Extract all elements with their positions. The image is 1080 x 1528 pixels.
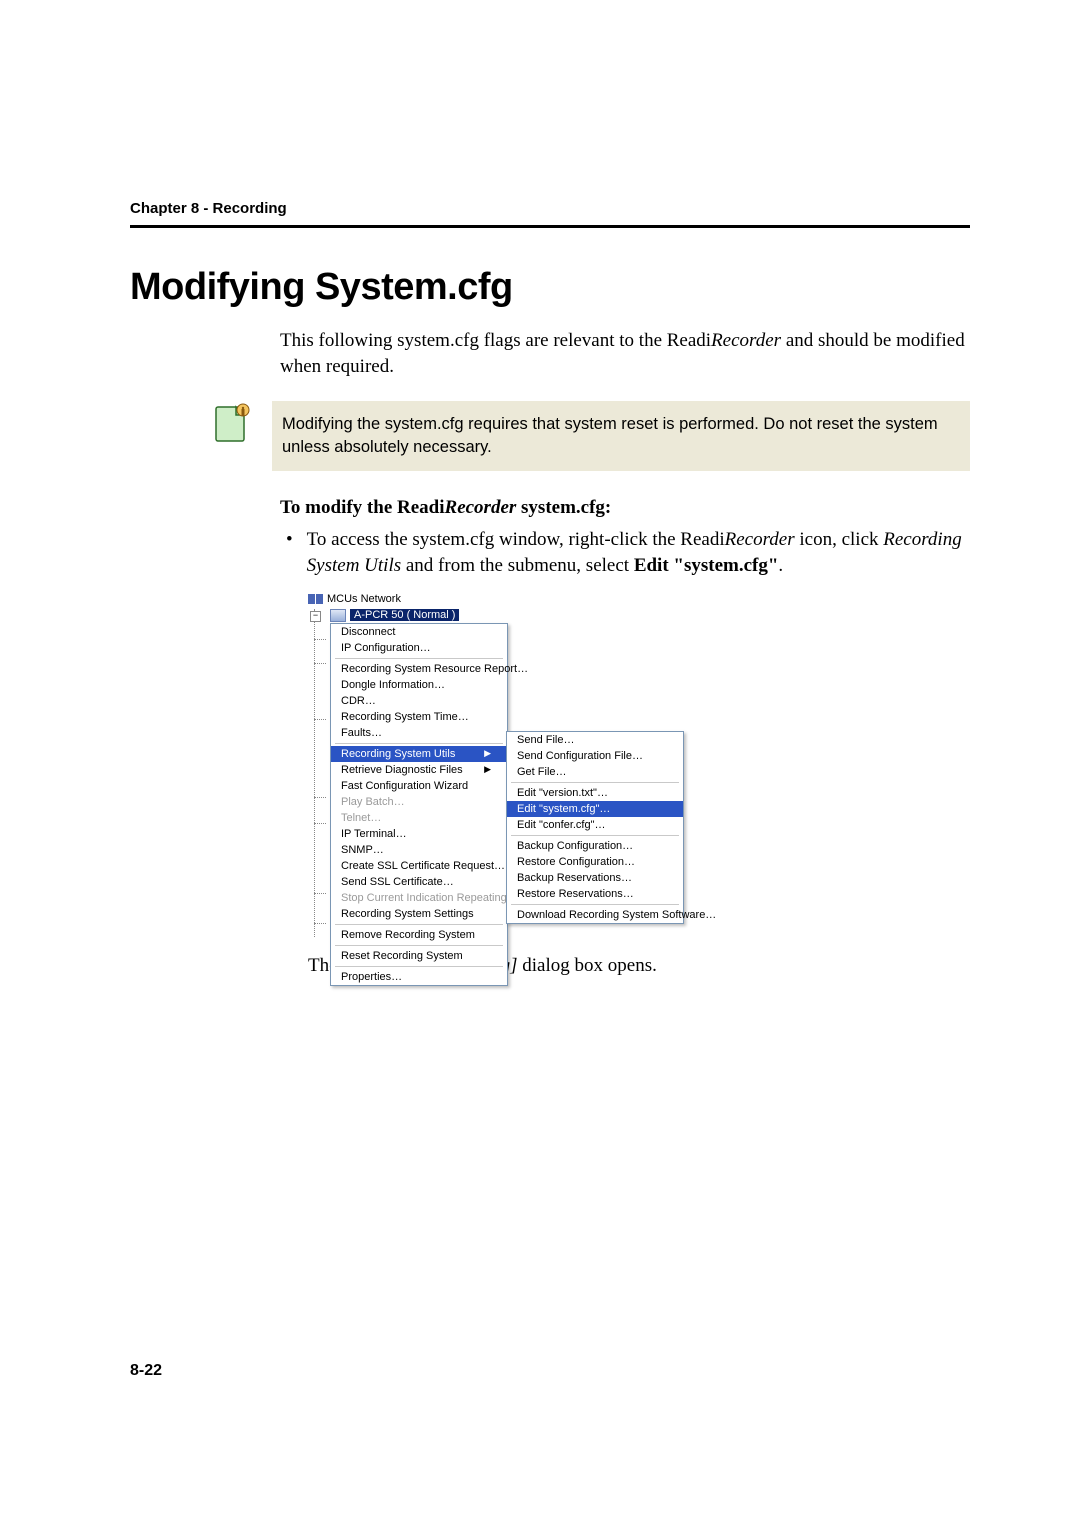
menu-separator <box>511 782 679 783</box>
text: To access the system.cfg window, right-c… <box>307 529 725 550</box>
menu-item[interactable]: Get File… <box>507 764 683 780</box>
text-italic: Recorder <box>725 529 795 550</box>
tree-tick <box>314 663 326 664</box>
menu-item: Stop Current Indication Repeating <box>331 890 507 906</box>
menu-item[interactable]: IP Configuration… <box>331 640 507 656</box>
content-block: This following system.cfg flags are rele… <box>280 328 970 379</box>
text: dialog box opens. <box>518 955 657 976</box>
context-menu-main: DisconnectIP Configuration… Recording Sys… <box>330 623 508 986</box>
text: icon, click <box>795 529 884 550</box>
menu-item[interactable]: Backup Configuration… <box>507 838 683 854</box>
menu-item[interactable]: Faults… <box>331 725 507 741</box>
note-icon <box>210 401 254 447</box>
procedure-heading: To modify the ReadiRecorder system.cfg: <box>280 497 970 519</box>
tree-root-label: MCUs Network <box>327 593 401 605</box>
menu-item[interactable]: Dongle Information… <box>331 677 507 693</box>
tree-collapse-icon[interactable]: − <box>310 611 321 622</box>
menu-item[interactable]: CDR… <box>331 693 507 709</box>
menu-item[interactable]: Send File… <box>507 732 683 748</box>
text-italic: Recorder <box>445 497 517 518</box>
menu-item[interactable]: Disconnect <box>331 624 507 640</box>
menu-item: Telnet… <box>331 810 507 826</box>
menu-item[interactable]: Reset Recording System <box>331 948 507 964</box>
tree-tick <box>314 719 326 720</box>
menu-separator <box>511 904 679 905</box>
menu-item[interactable]: Send SSL Certificate… <box>331 874 507 890</box>
menu-separator <box>511 835 679 836</box>
menu-item[interactable]: Download Recording System Software… <box>507 907 683 923</box>
menu-separator <box>335 743 503 744</box>
menu-item[interactable]: Remove Recording System <box>331 927 507 943</box>
menu-item[interactable]: Edit "version.txt"… <box>507 785 683 801</box>
tree-tick <box>314 823 326 824</box>
tree-selected-node[interactable]: A-PCR 50 ( Normal ) <box>330 609 459 622</box>
tree-tick <box>314 639 326 640</box>
note-row: Modifying the system.cfg requires that s… <box>210 401 970 471</box>
context-menu-sub: Send File…Send Configuration File…Get Fi… <box>506 731 684 924</box>
tree-tick <box>314 923 326 924</box>
mcu-network-icon <box>308 594 323 604</box>
menu-item[interactable]: Properties… <box>331 969 507 985</box>
text: This following system.cfg flags are rele… <box>280 330 711 351</box>
tree-tick <box>314 797 326 798</box>
menu-item[interactable]: Create SSL Certificate Request… <box>331 858 507 874</box>
menu-item[interactable]: IP Terminal… <box>331 826 507 842</box>
menu-item: Play Batch… <box>331 794 507 810</box>
menu-item[interactable]: Edit "system.cfg"… <box>507 801 683 817</box>
menu-item[interactable]: Retrieve Diagnostic Files▶ <box>331 762 507 778</box>
page-title: Modifying System.cfg <box>130 266 970 309</box>
chapter-header: Chapter 8 - Recording <box>130 200 970 217</box>
menu-item[interactable]: Restore Configuration… <box>507 854 683 870</box>
embedded-screenshot: MCUs Network − A-PCR 50 ( Normal ) Disco… <box>308 593 688 947</box>
tree-selected-label: A-PCR 50 ( Normal ) <box>350 609 459 621</box>
menu-item[interactable]: Recording System Utils▶ <box>331 746 507 762</box>
menu-separator <box>335 945 503 946</box>
menu-item[interactable]: Fast Configuration Wizard <box>331 778 507 794</box>
tree-tick <box>314 893 326 894</box>
menu-separator <box>335 924 503 925</box>
tree-line <box>314 609 315 937</box>
menu-item[interactable]: Edit "confer.cfg"… <box>507 817 683 833</box>
bullet-text: To access the system.cfg window, right-c… <box>307 527 970 578</box>
menu-item[interactable]: Restore Reservations… <box>507 886 683 902</box>
page-number: 8-22 <box>130 1362 162 1380</box>
menu-item[interactable]: Backup Reservations… <box>507 870 683 886</box>
menu-item[interactable]: Recording System Resource Report… <box>331 661 507 677</box>
procedure-block: To modify the ReadiRecorder system.cfg: … <box>280 497 970 976</box>
menu-item[interactable]: SNMP… <box>331 842 507 858</box>
menu-separator <box>335 966 503 967</box>
submenu-arrow-icon: ▶ <box>484 748 491 759</box>
menu-item[interactable]: Recording System Settings <box>331 906 507 922</box>
menu-item[interactable]: Send Configuration File… <box>507 748 683 764</box>
bullet-item: • To access the system.cfg window, right… <box>280 527 970 578</box>
text: and from the submenu, select <box>401 555 634 576</box>
menu-item[interactable]: Recording System Time… <box>331 709 507 725</box>
note-box: Modifying the system.cfg requires that s… <box>272 401 970 471</box>
recorder-icon <box>330 609 346 622</box>
text-bold: Edit "system.cfg" <box>634 555 779 576</box>
document-page: Chapter 8 - Recording Modifying System.c… <box>0 0 1080 1528</box>
bullet-dot: • <box>286 527 293 578</box>
tree-root[interactable]: MCUs Network <box>308 593 688 605</box>
submenu-arrow-icon: ▶ <box>484 764 491 775</box>
menu-separator <box>335 658 503 659</box>
text-italic: Recorder <box>711 330 781 351</box>
text: To modify the Readi <box>280 497 445 518</box>
text: system.cfg: <box>516 497 611 518</box>
header-rule <box>130 225 970 228</box>
intro-paragraph: This following system.cfg flags are rele… <box>280 328 970 379</box>
text: . <box>778 555 783 576</box>
